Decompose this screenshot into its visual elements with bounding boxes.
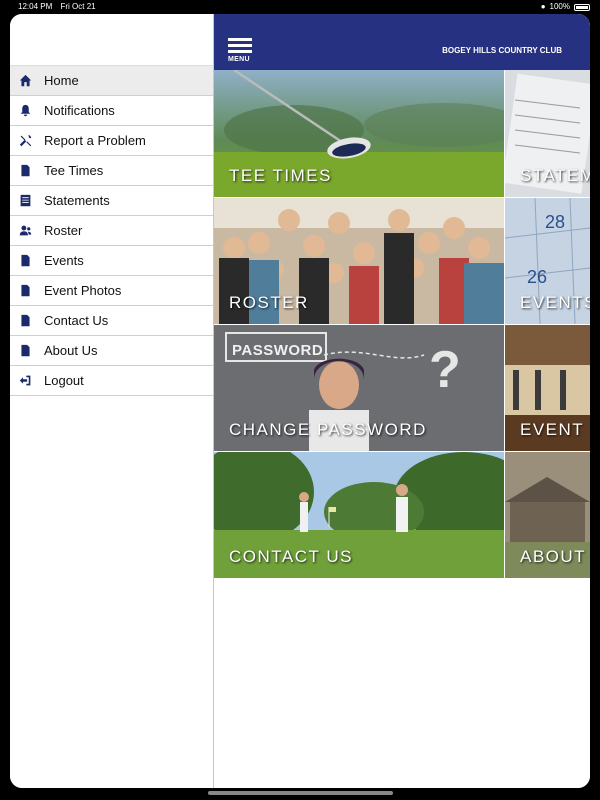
tile-label: CHANGE PASSWORD xyxy=(229,420,427,439)
tile-label: STATEM xyxy=(520,166,590,185)
drawer-item-label: Notifications xyxy=(44,103,115,118)
tools-icon xyxy=(18,134,32,148)
password-sign-text: PASSWORD xyxy=(232,342,324,359)
home-indicator[interactable] xyxy=(208,791,393,795)
statement-icon xyxy=(18,194,32,208)
svg-text:28: 28 xyxy=(545,212,565,232)
drawer-item-notifications[interactable]: Notifications xyxy=(10,96,213,126)
status-date: Fri Oct 21 xyxy=(60,2,96,11)
tile-roster[interactable]: ROSTER xyxy=(214,198,504,324)
drawer-item-label: Events xyxy=(44,253,84,268)
drawer-item-label: About Us xyxy=(44,343,98,358)
tile-contact-us[interactable]: CONTACT US xyxy=(214,452,504,578)
drawer-item-about-us[interactable]: About Us xyxy=(10,336,213,366)
status-time: 12:04 PM xyxy=(18,2,53,11)
tile-label: TEE TIMES xyxy=(229,166,332,185)
svg-text:?: ? xyxy=(429,341,461,399)
drawer-item-label: Statements xyxy=(44,193,110,208)
tile-label: ROSTER xyxy=(229,293,309,312)
document-icon xyxy=(18,344,32,358)
drawer-item-label: Contact Us xyxy=(44,313,109,328)
drawer-item-statements[interactable]: Statements xyxy=(10,186,213,216)
tile-tee-times[interactable]: TEE TIMES xyxy=(214,70,504,197)
drawer-menu: Home Notifications Report a Problem Tee … xyxy=(10,65,213,396)
menu-button[interactable]: MENU xyxy=(228,38,254,64)
drawer-item-label: Logout xyxy=(44,373,84,388)
side-drawer: Home Notifications Report a Problem Tee … xyxy=(10,14,214,788)
drawer-item-tee-times[interactable]: Tee Times xyxy=(10,156,213,186)
drawer-item-home[interactable]: Home xyxy=(10,66,213,96)
document-icon xyxy=(18,284,32,298)
drawer-item-contact-us[interactable]: Contact Us xyxy=(10,306,213,336)
status-bar: 12:04 PM Fri Oct 21 ● 100% xyxy=(0,0,600,14)
battery-icon xyxy=(574,3,590,11)
drawer-item-label: Tee Times xyxy=(44,163,104,178)
svg-text:26: 26 xyxy=(527,267,547,287)
drawer-item-label: Home xyxy=(44,73,79,88)
tile-label: ABOUT xyxy=(520,547,587,566)
tile-label: EVENTS xyxy=(520,293,590,312)
tile-events[interactable]: 28 26 EVENTS xyxy=(505,198,590,324)
app-screen: Home Notifications Report a Problem Tee … xyxy=(10,14,590,788)
menu-label: MENU xyxy=(228,56,250,63)
document-icon xyxy=(18,254,32,268)
wifi-icon: ● xyxy=(540,2,546,11)
drawer-item-label: Event Photos xyxy=(44,283,122,298)
drawer-item-report-problem[interactable]: Report a Problem xyxy=(10,126,213,156)
people-icon xyxy=(18,224,32,238)
logout-icon xyxy=(18,374,32,388)
tile-change-password[interactable]: ? PASSWORD CHANGE PASSWORD xyxy=(214,325,504,451)
drawer-item-label: Report a Problem xyxy=(44,133,146,148)
tile-label: CONTACT US xyxy=(229,547,353,566)
main-panel: MENU BOGEY HILLS COUNTRY CLUB TEE TIMES … xyxy=(214,14,590,788)
bell-icon xyxy=(18,104,32,118)
home-icon xyxy=(18,74,32,88)
drawer-item-events[interactable]: Events xyxy=(10,246,213,276)
drawer-item-roster[interactable]: Roster xyxy=(10,216,213,246)
document-icon xyxy=(18,314,32,328)
drawer-item-logout[interactable]: Logout xyxy=(10,366,213,396)
drawer-item-label: Roster xyxy=(44,223,83,238)
document-icon xyxy=(18,164,32,178)
battery-percent: 100% xyxy=(549,2,570,11)
top-bar: MENU BOGEY HILLS COUNTRY CLUB xyxy=(214,14,590,70)
club-name: BOGEY HILLS COUNTRY CLUB xyxy=(442,46,562,55)
tile-statements[interactable]: STATEM xyxy=(505,70,590,197)
drawer-item-event-photos[interactable]: Event Photos xyxy=(10,276,213,306)
tile-about-us[interactable]: ABOUT xyxy=(505,452,590,578)
tile-event-photos[interactable]: EVENT xyxy=(505,325,590,451)
tile-label: EVENT xyxy=(520,420,585,439)
